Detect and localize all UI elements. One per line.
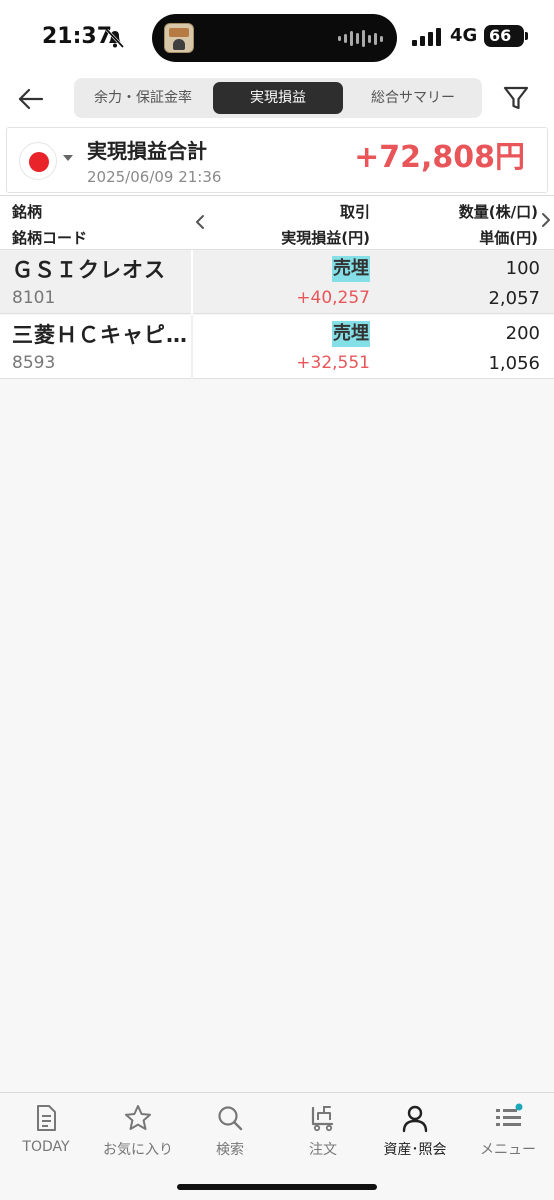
tab-today[interactable]: TODAY (0, 1103, 92, 1165)
header-price: 単価(円) (479, 229, 538, 247)
header-trade: 取引 (339, 203, 370, 221)
person-icon (402, 1105, 428, 1133)
header-pnl: 実現損益(円) (281, 229, 370, 247)
summary-date: 2025/06/09 21:36 (87, 168, 222, 186)
battery-icon: 66 (484, 25, 524, 47)
japan-flag-icon[interactable] (19, 142, 57, 180)
now-playing-artwork (164, 23, 194, 53)
network-type: 4G (450, 25, 478, 46)
table-row[interactable]: ＧＳＩクレオス 8101 売埋 +40,257 100 2,057 (0, 250, 554, 314)
quantity: 200 (505, 323, 540, 344)
tab-assets[interactable]: 資産･照会 (369, 1103, 461, 1165)
quantity: 100 (505, 258, 540, 279)
battery-cap (525, 32, 528, 40)
status-time: 21:37 (42, 24, 113, 49)
tab-search[interactable]: 検索 (184, 1103, 276, 1165)
trade-type-badge: 売埋 (332, 321, 370, 347)
view-segmented-control: 余力・保証金率 実現損益 総合サマリー (74, 78, 482, 118)
tab-favorites[interactable]: お気に入り (92, 1103, 184, 1165)
stock-code: 8101 (12, 288, 56, 308)
stock-name: ＧＳＩクレオス (12, 258, 166, 282)
chevron-right-icon[interactable] (540, 212, 552, 228)
tab-menu[interactable]: メニュー (462, 1103, 554, 1165)
realized-pnl: +40,257 (296, 288, 370, 308)
home-indicator (177, 1184, 377, 1190)
realized-pnl: +32,551 (296, 353, 370, 373)
notification-dot (515, 1103, 523, 1111)
tab-label: 資産･照会 (383, 1142, 447, 1158)
back-arrow-icon[interactable] (14, 82, 48, 116)
tab-label: お気に入り (103, 1142, 173, 1158)
audio-wave-icon (338, 30, 383, 47)
tab-margin-ratio[interactable]: 余力・保証金率 (78, 78, 208, 118)
summary-title: 実現損益合計 (87, 139, 207, 163)
document-icon (37, 1105, 56, 1131)
tab-order[interactable]: 注文 (277, 1103, 369, 1165)
stock-code: 8593 (12, 353, 56, 373)
header-qty: 数量(株/口) (458, 203, 538, 221)
menu-icon (496, 1103, 523, 1126)
dynamic-island (152, 14, 397, 62)
pnl-summary: 実現損益合計 2025/06/09 21:36 +72,808円 (0, 124, 554, 196)
column-divider (191, 315, 193, 379)
tab-label: TODAY (22, 1139, 70, 1155)
column-divider (191, 250, 193, 314)
cart-icon (311, 1106, 334, 1132)
table-row[interactable]: 三菱ＨＣキャピ… 8593 売埋 +32,551 200 1,056 (0, 315, 554, 379)
header-name: 銘柄 (12, 203, 43, 221)
chevron-down-icon[interactable] (63, 155, 73, 161)
unit-price: 2,057 (488, 288, 540, 309)
tab-label: メニュー (480, 1142, 536, 1158)
stock-name: 三菱ＨＣキャピ… (12, 323, 188, 347)
table-header: 銘柄 銘柄コード 取引 実現損益(円) 数量(株/口) 単価(円) (0, 196, 554, 250)
tab-label: 注文 (309, 1142, 337, 1158)
summary-card: 実現損益合計 2025/06/09 21:36 +72,808円 (6, 127, 548, 193)
filter-icon[interactable] (500, 82, 532, 114)
status-bar: 21:37 4G 66 (0, 0, 554, 74)
tab-overall-summary[interactable]: 総合サマリー (348, 78, 478, 118)
star-icon (125, 1105, 151, 1130)
trade-type-badge: 売埋 (332, 256, 370, 282)
summary-total: +72,808円 (354, 140, 525, 175)
signal-icon (412, 28, 441, 46)
tab-label: 検索 (216, 1142, 244, 1158)
chevron-left-icon[interactable] (194, 214, 206, 230)
search-icon (218, 1106, 243, 1131)
app-header: 余力・保証金率 実現損益 総合サマリー (0, 74, 554, 124)
bell-off-icon (105, 28, 125, 48)
header-code: 銘柄コード (12, 229, 88, 247)
unit-price: 1,056 (488, 353, 540, 374)
tab-realized-pnl[interactable]: 実現損益 (213, 82, 343, 114)
